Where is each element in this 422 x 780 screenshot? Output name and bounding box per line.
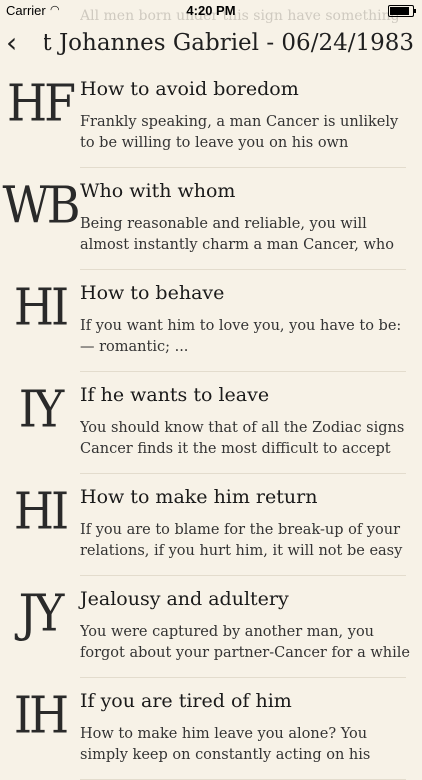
list-item[interactable]: IY If he wants to leave You should know … bbox=[0, 372, 422, 474]
item-preview: You should know that of all the Zodiac s… bbox=[80, 420, 405, 457]
item-title: If you are tired of him bbox=[80, 690, 292, 712]
item-preview: Being reasonable and reliable, you will … bbox=[80, 216, 394, 253]
item-title: How to avoid boredom bbox=[80, 78, 299, 100]
monogram: HI bbox=[13, 277, 69, 337]
list-item[interactable]: WB Who with whom Being reasonable and re… bbox=[0, 168, 422, 270]
status-bar: Carrier ◠ 4:20 PM bbox=[0, 0, 422, 22]
battery-icon bbox=[388, 5, 416, 17]
item-preview: Frankly speaking, a man Cancer is unlike… bbox=[80, 114, 399, 151]
item-preview: If you want him to love you, you have to… bbox=[80, 318, 402, 355]
list-item[interactable]: IH If you are tired of him How to make h… bbox=[0, 678, 422, 780]
monogram: HF bbox=[6, 73, 76, 133]
item-title: How to make him return bbox=[80, 486, 318, 508]
item-preview: How to make him leave you alone? You sim… bbox=[80, 726, 371, 763]
monogram: JY bbox=[18, 583, 65, 643]
monogram: IY bbox=[18, 379, 65, 439]
monogram: IH bbox=[13, 685, 69, 745]
page-title: Albert Johannes Gabriel - 06/24/1983 bbox=[44, 30, 414, 56]
list-item[interactable]: HF How to avoid boredom Frankly speaking… bbox=[0, 66, 422, 168]
status-time: 4:20 PM bbox=[186, 3, 236, 18]
item-title: Jealousy and adultery bbox=[80, 588, 289, 610]
item-preview: If you are to blame for the break-up of … bbox=[80, 522, 403, 559]
list-item[interactable]: HI How to make him return If you are to … bbox=[0, 474, 422, 576]
item-title: How to behave bbox=[80, 282, 225, 304]
item-title: If he wants to leave bbox=[80, 384, 270, 406]
item-preview: You were captured by another man, you fo… bbox=[80, 624, 410, 661]
item-title: Who with whom bbox=[80, 180, 236, 202]
monogram: WB bbox=[2, 175, 80, 235]
topics-list: HF How to avoid boredom Frankly speaking… bbox=[0, 66, 422, 780]
list-item[interactable]: HI How to behave If you want him to love… bbox=[0, 270, 422, 372]
back-button[interactable]: ‹ bbox=[6, 28, 34, 58]
list-item[interactable]: JY Jealousy and adultery You were captur… bbox=[0, 576, 422, 678]
monogram: HI bbox=[13, 481, 69, 541]
